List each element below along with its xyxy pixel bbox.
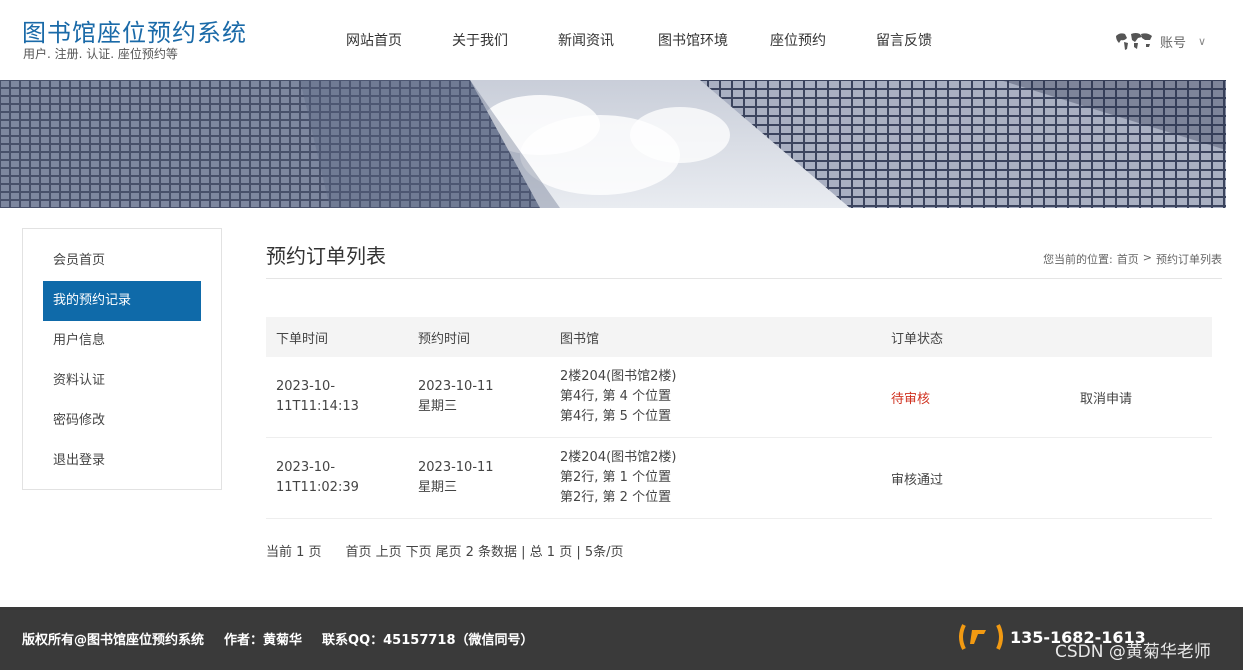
seat-position: 第4行, 第 4 个位置 — [560, 389, 672, 404]
status-badge: 审核通过 — [891, 472, 944, 488]
table-row: 2023-10- 11T11:02:39 2023-10-11 星期三 2楼20… — [266, 438, 1212, 519]
member-sidebar: 会员首页 我的预约记录 用户信息 资料认证 密码修改 退出登录 — [22, 228, 222, 490]
library-room: 2楼204(图书馆2楼) — [560, 369, 677, 384]
account-menu[interactable]: 账号 ∨ — [1114, 30, 1206, 52]
order-time-line: 11T11:02:39 — [276, 480, 359, 495]
sidebar-item-password[interactable]: 密码修改 — [43, 401, 201, 441]
library-room: 2楼204(图书馆2楼) — [560, 450, 677, 465]
seat-position: 第2行, 第 1 个位置 — [560, 470, 672, 485]
table-row: 2023-10- 11T11:14:13 2023-10-11 星期三 2楼20… — [266, 357, 1212, 438]
library-cell: 2楼204(图书馆2楼) 第4行, 第 4 个位置 第4行, 第 5 个位置 — [550, 367, 881, 427]
col-order-time: 下单时间 — [276, 331, 329, 347]
csdn-watermark: CSDN @黄菊华老师 — [1055, 642, 1211, 662]
banner-image — [0, 80, 1226, 208]
footer-contact: 联系QQ：45157718（微信同号） — [322, 633, 534, 648]
sidebar-item-user-info[interactable]: 用户信息 — [43, 321, 201, 361]
pager-prev-link[interactable]: 上页 — [376, 541, 402, 560]
world-map-icon — [1116, 33, 1152, 50]
sidebar-item-my-reservations[interactable]: 我的预约记录 — [43, 281, 201, 321]
seat-position: 第4行, 第 5 个位置 — [560, 409, 672, 424]
pagination: 当前 1 页 首页 上页 下页 尾页 2 条数据 | 总 1 页 | 5条/页 — [266, 541, 624, 560]
phone-icon — [959, 624, 1003, 650]
page-title: 预约订单列表 — [266, 244, 386, 268]
nav-environment[interactable]: 图书馆环境 — [658, 30, 728, 50]
col-library: 图书馆 — [560, 331, 600, 347]
order-time-line: 11T11:14:13 — [276, 399, 359, 414]
pager-first-link[interactable]: 首页 — [346, 541, 372, 560]
pager-next-link[interactable]: 下页 — [406, 541, 432, 560]
pager-last-link[interactable]: 尾页 — [436, 541, 462, 560]
breadcrumb-prefix: 您当前的位置: — [1043, 253, 1113, 266]
footer-author: 作者：黄菊华 — [224, 633, 303, 648]
hero-banner — [0, 80, 1226, 208]
title-divider — [266, 278, 1222, 279]
site-header: 图书馆座位预约系统 用户. 注册. 认证. 座位预约等 网站首页 关于我们 新闻… — [0, 0, 1243, 80]
col-status: 订单状态 — [891, 331, 944, 347]
pager-summary: 2 条数据 | 总 1 页 | 5条/页 — [465, 545, 624, 560]
reserve-weekday: 星期三 — [418, 399, 458, 414]
reserve-weekday: 星期三 — [418, 480, 458, 495]
sidebar-item-logout[interactable]: 退出登录 — [43, 441, 201, 481]
breadcrumb-home[interactable]: 首页 — [1117, 251, 1139, 267]
cancel-request-link[interactable]: 取消申请 — [1070, 388, 1212, 407]
site-subtitle: 用户. 注册. 认证. 座位预约等 — [23, 47, 178, 61]
breadcrumb: 您当前的位置: 首页 > 预约订单列表 — [1043, 251, 1222, 267]
orders-table: 下单时间 预约时间 图书馆 订单状态 2023-10- 11T11:14:13 … — [266, 317, 1212, 519]
order-time-cell: 2023-10- 11T11:14:13 — [266, 377, 408, 417]
footer-info: 版权所有@图书馆座位预约系统 作者：黄菊华 联系QQ：45157718（微信同号… — [22, 629, 534, 648]
reserve-date: 2023-10-11 — [418, 460, 494, 475]
breadcrumb-separator: > — [1142, 251, 1152, 264]
order-time-cell: 2023-10- 11T11:02:39 — [266, 458, 408, 498]
seat-position: 第2行, 第 2 个位置 — [560, 490, 672, 505]
breadcrumb-current[interactable]: 预约订单列表 — [1156, 251, 1222, 267]
pager-spacer — [326, 541, 342, 560]
order-time-line: 2023-10- — [276, 379, 336, 394]
account-label: 账号 — [1160, 35, 1187, 51]
status-badge: 待审核 — [891, 391, 931, 407]
col-reserve-time: 预约时间 — [418, 331, 471, 347]
site-title[interactable]: 图书馆座位预约系统 — [22, 13, 247, 48]
nav-seat-reserve[interactable]: 座位预约 — [770, 30, 826, 50]
sidebar-item-member-home[interactable]: 会员首页 — [43, 241, 201, 281]
footer-copyright: 版权所有@图书馆座位预约系统 — [22, 633, 205, 648]
reserve-time-cell: 2023-10-11 星期三 — [408, 458, 550, 498]
sidebar-item-verification[interactable]: 资料认证 — [43, 361, 201, 401]
nav-news[interactable]: 新闻资讯 — [558, 30, 614, 50]
nav-feedback[interactable]: 留言反馈 — [876, 30, 932, 50]
pager-current: 当前 1 页 — [266, 545, 322, 560]
reserve-time-cell: 2023-10-11 星期三 — [408, 377, 550, 417]
chevron-down-icon: ∨ — [1198, 35, 1207, 48]
order-time-line: 2023-10- — [276, 460, 336, 475]
table-header: 下单时间 预约时间 图书馆 订单状态 — [266, 317, 1212, 357]
nav-home[interactable]: 网站首页 — [346, 30, 402, 50]
main-nav: 网站首页 关于我们 新闻资讯 图书馆环境 座位预约 留言反馈 — [320, 30, 932, 50]
reserve-date: 2023-10-11 — [418, 379, 494, 394]
nav-about[interactable]: 关于我们 — [452, 30, 508, 50]
library-cell: 2楼204(图书馆2楼) 第2行, 第 1 个位置 第2行, 第 2 个位置 — [550, 448, 881, 508]
